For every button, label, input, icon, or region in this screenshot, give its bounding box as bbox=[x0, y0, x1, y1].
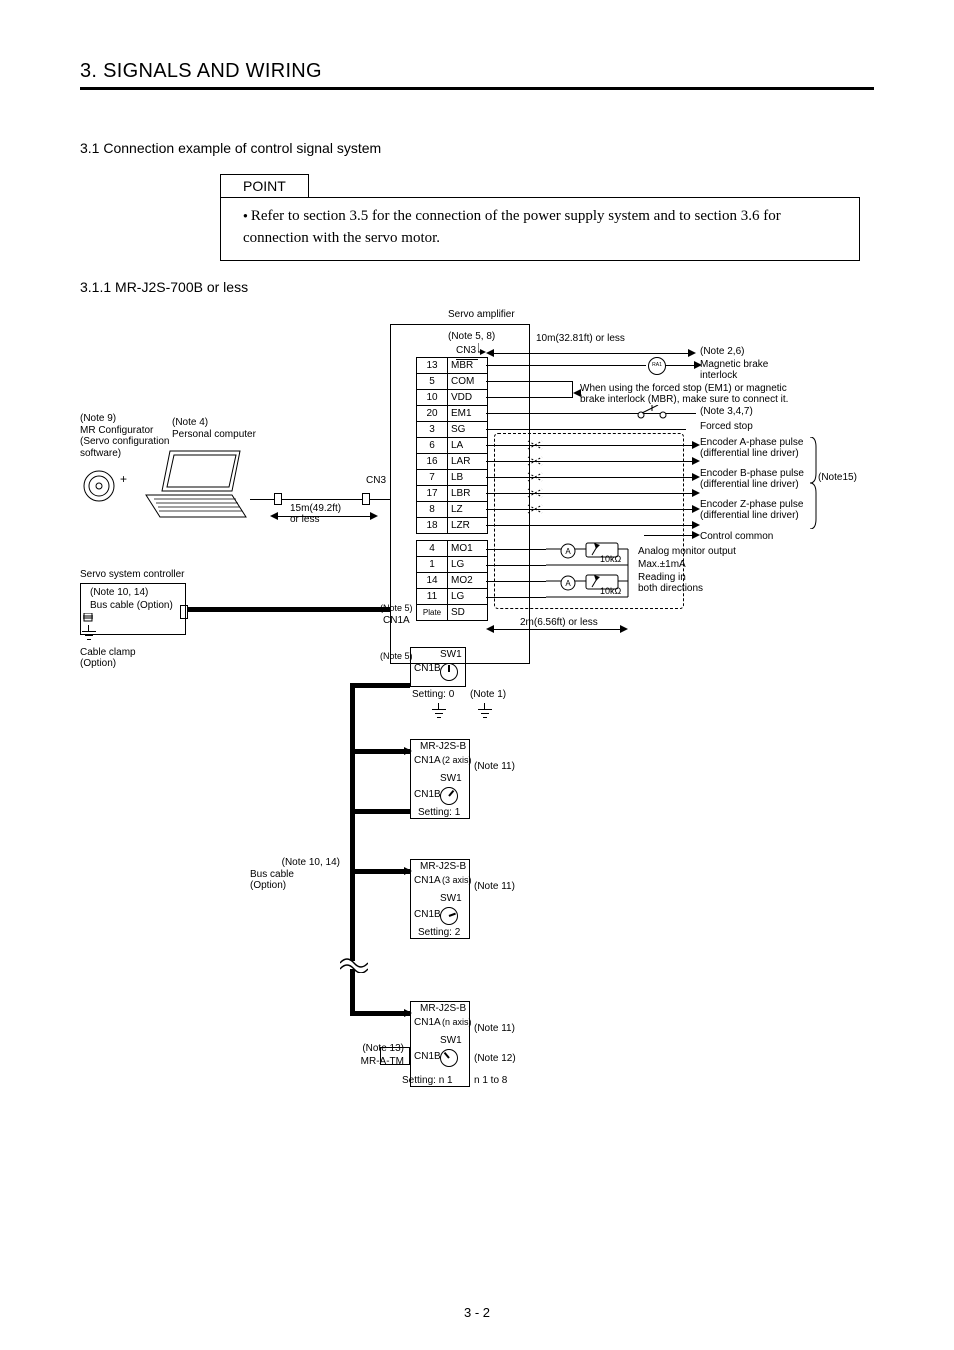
label-cn1b-1: CN1B bbox=[414, 663, 441, 675]
svg-text:A: A bbox=[565, 547, 571, 556]
cn3-row: 5COM bbox=[417, 373, 488, 389]
cn3-row: PlateSD bbox=[417, 604, 488, 620]
label-n18: n 1 to 8 bbox=[474, 1075, 507, 1087]
label-sw1-2: SW1 bbox=[440, 773, 462, 785]
label-setting1: Setting: 1 bbox=[418, 807, 460, 819]
ground-icon bbox=[82, 631, 96, 643]
label-note4: (Note 4) bbox=[172, 417, 208, 429]
label-control-common: Control common bbox=[700, 531, 773, 543]
cn3-row: 3SG bbox=[417, 421, 488, 437]
point-label: POINT bbox=[220, 174, 309, 198]
point-box: POINT ●Refer to section 3.5 for the conn… bbox=[220, 174, 860, 261]
label-15m: 15m(49.2ft) or less bbox=[290, 503, 341, 526]
label-pc: Personal computer bbox=[172, 429, 256, 441]
label-axis3: (3 axis) bbox=[442, 875, 472, 885]
label-ampn: MR-J2S-B bbox=[420, 1003, 466, 1015]
label-bus-cable: Bus cable (Option) bbox=[90, 600, 173, 612]
disc-icon bbox=[82, 469, 116, 503]
label-2m: 2m(6.56ft) or less bbox=[520, 617, 598, 629]
label-note9: (Note 9) bbox=[80, 413, 116, 425]
twisted-pair-icon bbox=[526, 437, 544, 529]
label-amp2: MR-J2S-B bbox=[420, 741, 466, 753]
ra1-icon: RA1 bbox=[648, 357, 666, 375]
label-note15: (Note15) bbox=[818, 472, 857, 484]
laptop-icon bbox=[140, 447, 252, 523]
cn3-row: 16LAR bbox=[417, 453, 488, 469]
label-servo-amp: Servo amplifier bbox=[448, 309, 515, 321]
point-text: Refer to section 3.5 for the connection … bbox=[243, 208, 781, 246]
label-forced-note: When using the forced stop (EM1) or magn… bbox=[580, 383, 795, 406]
label-enc-a: Encoder A-phase pulse (differential line… bbox=[700, 437, 803, 460]
label-note1014b: (Note 10, 14) bbox=[250, 857, 340, 869]
point-body: ●Refer to section 3.5 for the connection… bbox=[220, 197, 860, 261]
label-note58: (Note 5, 8) bbox=[448, 331, 495, 343]
label-amp3: MR-J2S-B bbox=[420, 861, 466, 873]
bullet-icon: ● bbox=[243, 211, 248, 220]
cn3-connector-table: 13MBR5COM10VDD20EM13SG6LA16LAR7LB17LBR8L… bbox=[416, 357, 488, 621]
label-axis2: (2 axis) bbox=[442, 755, 472, 765]
wiring-diagram: Servo amplifier (Note 5, 8) CN3 13MBR5CO… bbox=[80, 309, 874, 1129]
label-magnetic-brake: Magnetic brake interlock bbox=[700, 359, 768, 382]
label-enc-b: Encoder B-phase pulse (differential line… bbox=[700, 468, 804, 491]
chapter-title: 3. SIGNALS AND WIRING bbox=[80, 60, 874, 83]
label-settingn: Setting: n 1 bbox=[402, 1075, 453, 1087]
label-cn3: CN3 bbox=[456, 345, 476, 357]
label-sw1-1: SW1 bbox=[440, 649, 462, 661]
label-note5b: (Note 5) bbox=[380, 651, 413, 661]
cn3-row: 7LB bbox=[417, 469, 488, 485]
label-cn1a3: CN1A bbox=[414, 875, 441, 887]
brace-icon bbox=[808, 437, 818, 529]
page-number: 3 - 2 bbox=[0, 1305, 954, 1320]
label-note12: (Note 12) bbox=[474, 1053, 516, 1065]
cn3-row: 11LG bbox=[417, 588, 488, 604]
label-servo-ctrl: Servo system controller bbox=[80, 569, 184, 581]
section-3-1-1: 3.1.1 MR-J2S-700B or less bbox=[80, 279, 874, 295]
ground-icon-2 bbox=[432, 709, 446, 721]
label-cn3-side: CN3 bbox=[366, 475, 386, 487]
chapter-divider bbox=[80, 87, 874, 90]
svg-text:A: A bbox=[565, 579, 571, 588]
cn3-row: 8LZ bbox=[417, 501, 488, 517]
meter-icon: A A bbox=[546, 541, 636, 605]
dial-icon bbox=[440, 663, 458, 681]
plus-icon: + bbox=[120, 473, 127, 487]
label-setting2: Setting: 2 bbox=[418, 927, 460, 939]
cn3-row: 6LA bbox=[417, 437, 488, 453]
cn3-row: 14MO2 bbox=[417, 572, 488, 588]
label-10m: 10m(32.81ft) or less bbox=[536, 333, 625, 345]
switch-icon bbox=[636, 405, 668, 419]
label-axisn: (n axis) bbox=[442, 1017, 472, 1027]
label-cn1a2: CN1A bbox=[414, 755, 441, 767]
label-note11-a: (Note 11) bbox=[474, 761, 515, 773]
label-cn1an: CN1A bbox=[414, 1017, 441, 1029]
label-note347: (Note 3,4,7) bbox=[700, 406, 753, 418]
label-setting0: Setting: 0 bbox=[412, 689, 454, 701]
label-sw1-3: SW1 bbox=[440, 893, 462, 905]
label-cn1b-2: CN1B bbox=[414, 789, 441, 801]
label-note11-b: (Note 11) bbox=[474, 881, 515, 893]
label-cn1b-n: CN1B bbox=[414, 1051, 441, 1063]
label-cable-clamp: Cable clamp (Option) bbox=[80, 647, 136, 670]
label-cn1a-top: CN1A bbox=[383, 615, 410, 627]
cn3-row: 4MO1 bbox=[417, 540, 488, 556]
label-note1: (Note 1) bbox=[470, 689, 506, 701]
label-cn1b-3: CN1B bbox=[414, 909, 441, 921]
cn3-row: 20EM1 bbox=[417, 405, 488, 421]
label-note11-c: (Note 11) bbox=[474, 1023, 515, 1035]
cn3-row: 10VDD bbox=[417, 389, 488, 405]
label-forced-stop: Forced stop bbox=[700, 421, 753, 433]
cn3-row: 1LG bbox=[417, 556, 488, 572]
label-note26: (Note 2,6) bbox=[700, 346, 744, 358]
cn3-row: 18LZR bbox=[417, 517, 488, 533]
label-enc-z: Encoder Z-phase pulse (differential line… bbox=[700, 499, 803, 522]
cn3-row: 17LBR bbox=[417, 485, 488, 501]
label-bus-cable2: Bus cable (Option) bbox=[250, 869, 294, 892]
label-note1014: (Note 10, 14) bbox=[90, 587, 148, 599]
section-3-1: 3.1 Connection example of control signal… bbox=[80, 140, 874, 156]
label-sw1-n: SW1 bbox=[440, 1035, 462, 1047]
ground-icon-3 bbox=[478, 709, 492, 721]
cn3-row: 13MBR bbox=[417, 357, 488, 373]
